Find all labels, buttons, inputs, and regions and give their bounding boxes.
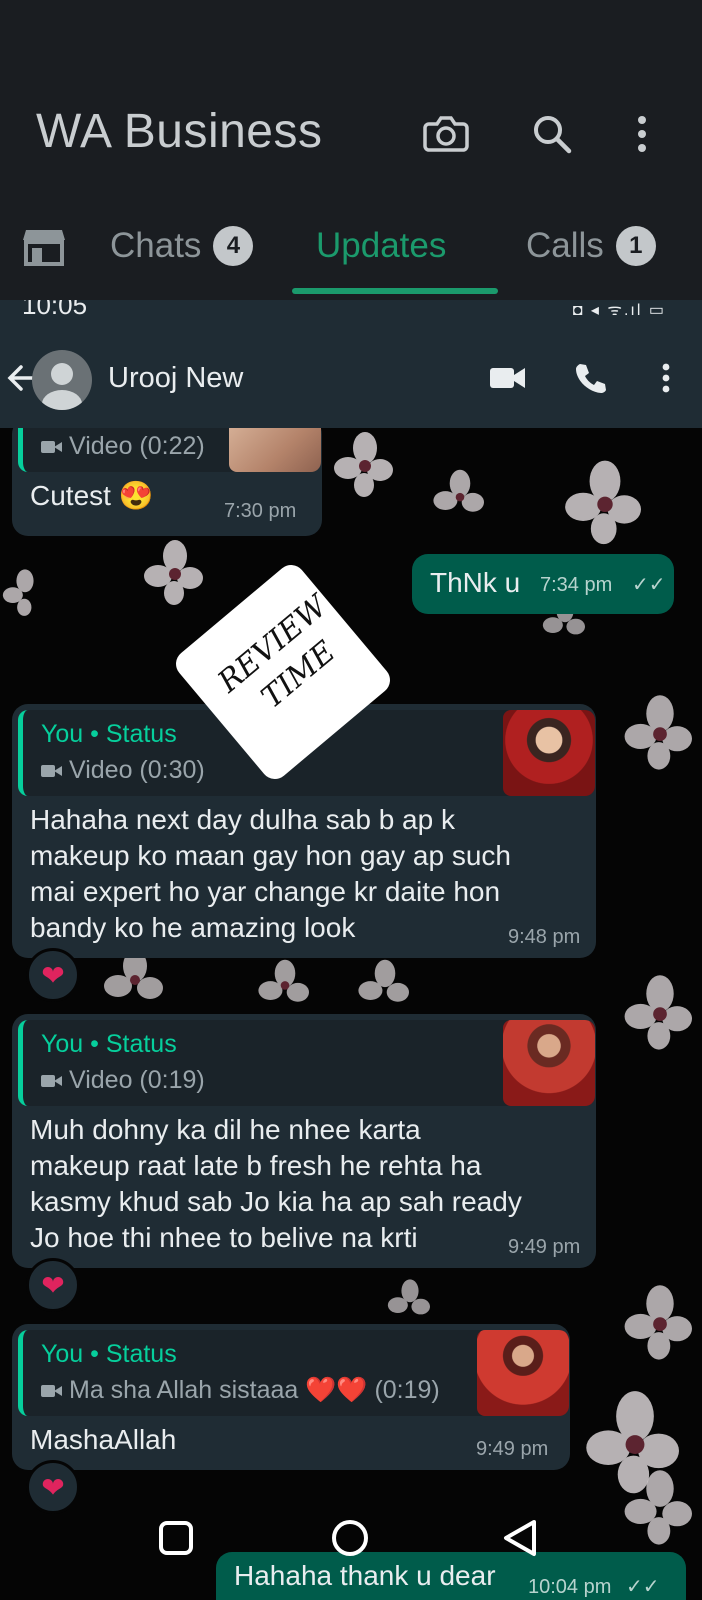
message-time: 7:30 pm bbox=[224, 500, 297, 522]
message-text: ThNk u bbox=[430, 567, 521, 598]
message-text: mai expert ho yar change kr daite hon bbox=[30, 876, 501, 907]
blossom-decoration bbox=[624, 975, 692, 1050]
tab-bar: Chats 4 Updates Calls 1 bbox=[0, 212, 702, 300]
blossom-decoration bbox=[104, 950, 163, 999]
quoted-status-subtitle: Video (0:30) bbox=[41, 756, 205, 785]
status-thumbnail bbox=[229, 428, 321, 472]
message-text: bandy ko he amazing look bbox=[30, 912, 356, 943]
quoted-status[interactable]: You • Status Video (0:19) bbox=[18, 1020, 595, 1106]
blossom-decoration bbox=[624, 695, 692, 770]
blossom-decoration bbox=[258, 959, 309, 1002]
camera-icon[interactable] bbox=[420, 108, 472, 160]
avatar[interactable] bbox=[32, 350, 92, 410]
video-icon bbox=[41, 1384, 63, 1398]
status-thumbnail bbox=[503, 1020, 595, 1106]
double-tick-icon: ✓✓ bbox=[632, 574, 666, 596]
blossom-decoration bbox=[624, 1285, 692, 1360]
message-text: MashaAllah bbox=[30, 1424, 177, 1455]
message-text: Muh dohny ka dil he nhee karta bbox=[30, 1114, 421, 1145]
tab-chats[interactable]: Chats 4 bbox=[110, 226, 254, 266]
message-text: Jo hoe thi nhee to belive na krti bbox=[30, 1222, 418, 1253]
chat-header: Urooj New bbox=[0, 328, 702, 428]
store-icon[interactable] bbox=[22, 228, 66, 266]
video-icon bbox=[41, 764, 63, 778]
recents-icon[interactable] bbox=[158, 1520, 194, 1561]
status-thumbnail bbox=[477, 1330, 569, 1416]
quoted-status-subtitle: Ma sha Allah sistaaa ❤️❤️ (0:19) bbox=[41, 1376, 440, 1405]
phone-icon[interactable] bbox=[568, 356, 612, 400]
quoted-status[interactable]: Video (0:22) bbox=[18, 428, 321, 472]
status-time: 10:05 bbox=[22, 300, 88, 320]
message-text: makeup raat late b fresh he rehta ha bbox=[30, 1150, 482, 1181]
quoted-status-title: You • Status bbox=[41, 1340, 177, 1368]
tab-chats-badge: 4 bbox=[213, 226, 254, 266]
blossom-decoration bbox=[565, 460, 641, 545]
message-bubble-incoming[interactable]: You • Status Video (0:19) Muh dohny ka d… bbox=[12, 1014, 596, 1268]
app-header: WA Business Chats 4 Updates Calls 1 bbox=[0, 0, 702, 300]
contact-name[interactable]: Urooj New bbox=[108, 362, 243, 395]
tab-updates-label: Updates bbox=[316, 226, 447, 265]
message-time: 9:49 pm bbox=[476, 1438, 549, 1460]
message-text: kasmy khud sab Jo kia ha ap sah ready bbox=[30, 1186, 522, 1217]
message-text: makeup ko maan gay hon gay ap such bbox=[30, 840, 511, 871]
quoted-status-subtitle: Video (0:22) bbox=[41, 432, 205, 461]
message-bubble-incoming[interactable]: Video (0:22) Cutest 😍 7:30 pm bbox=[12, 428, 322, 536]
message-bubble-outgoing[interactable]: ThNk u 7:34 pm ✓✓ bbox=[412, 554, 674, 614]
back-nav-icon[interactable] bbox=[502, 1518, 538, 1563]
active-tab-indicator bbox=[292, 288, 498, 294]
heart-reaction-icon[interactable]: ❤ bbox=[26, 1258, 80, 1312]
tab-chats-label: Chats bbox=[110, 226, 202, 265]
heart-reaction-icon[interactable]: ❤ bbox=[26, 948, 80, 1002]
home-icon[interactable] bbox=[330, 1518, 370, 1563]
status-thumbnail bbox=[503, 710, 595, 796]
video-call-icon[interactable] bbox=[486, 356, 530, 400]
quoted-status-subtitle: Video (0:19) bbox=[41, 1066, 205, 1095]
quoted-status-title: You • Status bbox=[41, 720, 177, 748]
app-title: WA Business bbox=[36, 105, 323, 158]
blossom-decoration bbox=[358, 959, 409, 1002]
message-bubble-incoming[interactable]: You • Status Ma sha Allah sistaaa ❤️❤️ (… bbox=[12, 1324, 570, 1470]
search-icon[interactable] bbox=[526, 108, 578, 160]
system-nav-bar bbox=[0, 1500, 702, 1600]
blossom-decoration bbox=[2, 569, 34, 616]
blossom-decoration bbox=[334, 432, 393, 497]
message-time: 9:48 pm bbox=[508, 926, 581, 948]
chat-menu-icon[interactable] bbox=[644, 356, 688, 400]
message-time: 7:34 pm bbox=[540, 574, 613, 596]
tab-updates[interactable]: Updates bbox=[316, 226, 446, 266]
more-vert-icon[interactable] bbox=[616, 108, 668, 160]
blossom-decoration bbox=[433, 469, 484, 512]
message-text: Hahaha next day dulha sab b ap k bbox=[30, 804, 455, 835]
video-icon bbox=[41, 1074, 63, 1088]
message-text: Cutest 😍 bbox=[30, 480, 154, 511]
blossom-decoration bbox=[387, 1279, 430, 1315]
blossom-decoration bbox=[144, 540, 203, 605]
tab-calls-badge: 1 bbox=[615, 226, 656, 266]
status-icons: ◘ ◂ ᯤ.ıl ▭ bbox=[572, 302, 666, 319]
quoted-status[interactable]: You • Status Ma sha Allah sistaaa ❤️❤️ (… bbox=[18, 1330, 569, 1416]
tab-calls-label: Calls bbox=[526, 226, 604, 265]
video-icon bbox=[41, 440, 63, 454]
tab-calls[interactable]: Calls 1 bbox=[526, 226, 656, 266]
status-bar: 10:05 ◘ ◂ ᯤ.ıl ▭ bbox=[0, 300, 702, 328]
quoted-status-title: You • Status bbox=[41, 1030, 177, 1058]
message-time: 9:49 pm bbox=[508, 1236, 581, 1258]
